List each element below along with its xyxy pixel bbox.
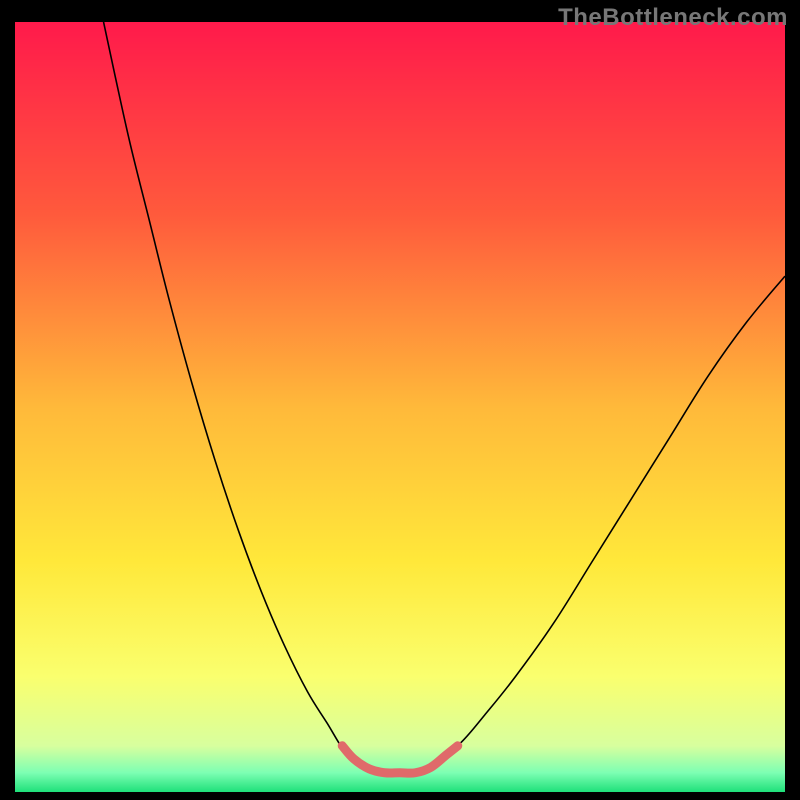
gradient-background xyxy=(15,22,785,792)
chart-frame: TheBottleneck.com xyxy=(0,0,800,800)
watermark-text: TheBottleneck.com xyxy=(558,4,788,32)
bottleneck-chart xyxy=(15,22,785,792)
